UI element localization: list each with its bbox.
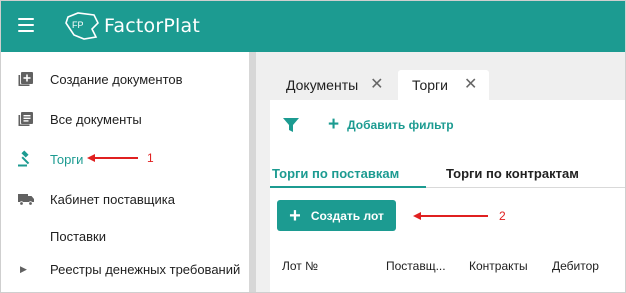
filter-row: + Добавить фильтр xyxy=(270,100,625,152)
tab-auctions-by-contracts[interactable]: Торги по контрактам xyxy=(446,162,579,188)
close-icon[interactable]: ✕ xyxy=(464,77,477,93)
sidebar: Создание документов Все документы Торги xyxy=(1,52,249,292)
add-document-icon xyxy=(18,72,33,86)
caret-right-icon[interactable]: ▶ xyxy=(20,264,27,275)
logo-mark-text: FP xyxy=(72,20,84,30)
tab-auctions[interactable]: Торги ✕ xyxy=(398,70,489,100)
add-filter-label: Добавить фильтр xyxy=(347,118,454,132)
create-lot-button[interactable]: + Создать лот xyxy=(277,200,396,231)
annotation-arrow-1 xyxy=(87,154,138,162)
sidebar-item-label: Поставки xyxy=(50,228,106,244)
add-filter-button[interactable]: + Добавить фильтр xyxy=(328,114,454,135)
column-header-debtor[interactable]: Дебитор xyxy=(552,259,599,273)
screenshot-frame: FP FactorPlat Создание документов Все до… xyxy=(0,0,626,293)
app-logo[interactable]: FP FactorPlat xyxy=(64,11,200,41)
gavel-icon xyxy=(18,150,30,167)
sidebar-item-label: Все документы xyxy=(50,111,142,127)
main-area: Документы ✕ Торги ✕ + Добавить фильтр То… xyxy=(256,52,625,292)
plus-icon: + xyxy=(289,204,301,227)
annotation-number-1: 1 xyxy=(147,151,154,165)
hamburger-menu-icon[interactable] xyxy=(18,18,34,32)
auction-subtabs: Торги по поставкам Торги по контрактам xyxy=(270,162,625,188)
tab-label: Торги xyxy=(412,77,448,93)
sidebar-item-registries[interactable]: ▶ Реестры денежных требований xyxy=(1,256,249,282)
sidebar-scrollbar[interactable] xyxy=(249,52,256,292)
auctions-panel: + Добавить фильтр Торги по поставкам Тор… xyxy=(270,100,625,292)
truck-icon xyxy=(18,194,34,206)
column-header-supplier[interactable]: Поставщ... xyxy=(386,259,446,273)
sidebar-item-create-documents[interactable]: Создание документов xyxy=(1,66,249,92)
sidebar-item-all-documents[interactable]: Все документы xyxy=(1,106,249,132)
tab-documents[interactable]: Документы ✕ xyxy=(286,70,384,100)
column-header-lot[interactable]: Лот № xyxy=(282,259,318,273)
subtab-label: Торги по поставкам xyxy=(272,166,400,181)
document-tabs: Документы ✕ Торги ✕ xyxy=(256,52,625,100)
logo-mark-icon: FP xyxy=(65,12,99,40)
close-icon[interactable]: ✕ xyxy=(370,77,383,93)
sidebar-item-label: Торги xyxy=(50,151,84,167)
plus-icon: + xyxy=(328,114,340,135)
sidebar-item-label: Реестры денежных требований xyxy=(50,261,241,277)
tab-label: Документы xyxy=(286,77,359,93)
subtab-label: Торги по контрактам xyxy=(446,166,579,181)
sidebar-item-supplier-cabinet[interactable]: Кабинет поставщика xyxy=(1,186,249,212)
documents-list-icon xyxy=(18,112,33,126)
filter-icon[interactable] xyxy=(282,116,300,134)
sidebar-item-label: Создание документов xyxy=(50,71,183,87)
annotation-number-2: 2 xyxy=(499,209,506,223)
annotation-arrow-2 xyxy=(413,212,488,220)
top-bar: FP FactorPlat xyxy=(1,1,625,52)
logo-text: FactorPlat xyxy=(104,15,200,37)
tab-auctions-by-deliveries[interactable]: Торги по поставкам xyxy=(270,162,426,188)
create-lot-label: Создать лот xyxy=(310,208,384,223)
column-header-contracts[interactable]: Контракты xyxy=(469,259,528,273)
sidebar-item-label: Кабинет поставщика xyxy=(50,191,175,207)
sidebar-item-deliveries[interactable]: Поставки xyxy=(1,223,249,249)
